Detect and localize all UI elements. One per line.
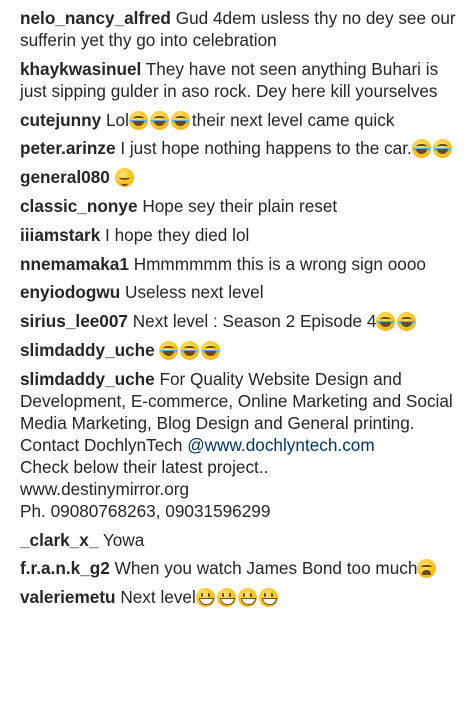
joy-emoji-icon xyxy=(201,340,221,360)
comment-item: nelo_nancy_alfred Gud 4dem usless thy no… xyxy=(20,7,457,51)
comment-item: slimdaddy_uche xyxy=(20,339,457,361)
comment-item: valeriemetu Next level xyxy=(20,586,457,608)
comment-item: slimdaddy_uche For Quality Website Desig… xyxy=(20,368,457,522)
comment-item: cutejunny Lol their next level came quick xyxy=(20,109,457,131)
joy-emoji-icon xyxy=(128,110,148,130)
comment-item: f.r.a.n.k_g2 When you watch James Bond t… xyxy=(20,557,457,579)
comment-text-continued: Check below their latest project.. www.d… xyxy=(20,456,271,521)
comment-username[interactable]: f.r.a.n.k_g2 xyxy=(20,558,110,578)
comment-text: I just hope nothing happens to the car. xyxy=(120,138,412,159)
joy-emoji-icon xyxy=(180,340,200,360)
joy-emoji-icon xyxy=(397,312,417,332)
joy-emoji-icon xyxy=(432,139,452,159)
grin-emoji-icon xyxy=(237,588,257,608)
comment-username[interactable]: iiiamstark xyxy=(20,225,100,245)
comment-item: _clark_x_ Yowa xyxy=(20,529,457,551)
joy-emoji-icon xyxy=(411,139,431,159)
comment-item: enyiodogwu Useless next level xyxy=(20,281,457,303)
comment-list: nelo_nancy_alfred Gud 4dem usless thy no… xyxy=(0,7,467,608)
joy-emoji-icon xyxy=(376,312,396,332)
joy-emoji-icon xyxy=(159,340,179,360)
comment-username[interactable]: slimdaddy_uche xyxy=(20,340,155,360)
grin-emoji-icon xyxy=(216,588,236,608)
comment-text: Hmmmmmm this is a wrong sign oooo xyxy=(133,253,426,274)
comment-text: Yowa xyxy=(102,529,145,550)
comment-username[interactable]: khaykwasinuel xyxy=(20,59,141,79)
comment-username[interactable]: nelo_nancy_alfred xyxy=(20,8,171,28)
comment-username[interactable]: _clark_x_ xyxy=(20,530,98,550)
comment-text: Hope sey their plain reset xyxy=(142,195,338,216)
comment-username[interactable]: nnemamaka1 xyxy=(20,254,129,274)
comment-item: khaykwasinuel They have not seen anythin… xyxy=(20,58,457,102)
comment-item: general080 xyxy=(20,166,457,188)
comment-username[interactable]: slimdaddy_uche xyxy=(20,369,155,389)
comment-mention-link[interactable]: @www.dochlyntech.com xyxy=(187,435,374,455)
grin-emoji-icon xyxy=(195,588,215,608)
comment-text: Next level : Season 2 Episode 4 xyxy=(132,311,377,332)
comment-item: nnemamaka1 Hmmmmmm this is a wrong sign … xyxy=(20,253,457,275)
joy-emoji-icon xyxy=(170,110,190,130)
comment-item: iiiamstark I hope they died lol xyxy=(20,224,457,246)
comment-text: Next level xyxy=(120,587,196,608)
tired-emoji-icon xyxy=(417,559,437,579)
comment-item: classic_nonye Hope sey their plain reset xyxy=(20,195,457,217)
comment-text: When you watch James Bond too much xyxy=(114,558,418,579)
comment-username[interactable]: classic_nonye xyxy=(20,196,138,216)
comment-username[interactable]: general080 xyxy=(20,167,110,187)
relieved-emoji-icon xyxy=(114,168,134,188)
comment-username[interactable]: valeriemetu xyxy=(20,587,116,607)
comment-username[interactable]: sirius_lee007 xyxy=(20,311,128,331)
comment-item: peter.arinze I just hope nothing happens… xyxy=(20,137,457,159)
comment-text: I hope they died lol xyxy=(105,224,250,245)
comment-username[interactable]: enyiodogwu xyxy=(20,282,120,302)
comment-text: Useless next level xyxy=(125,282,264,303)
comment-username[interactable]: cutejunny xyxy=(20,110,101,130)
comment-text: Lol xyxy=(105,109,129,130)
comment-username[interactable]: peter.arinze xyxy=(20,138,116,158)
grin-emoji-icon xyxy=(258,588,278,608)
joy-emoji-icon xyxy=(149,110,169,130)
comment-item: sirius_lee007 Next level : Season 2 Epis… xyxy=(20,310,457,332)
comment-text-continued: their next level came quick xyxy=(191,109,395,130)
